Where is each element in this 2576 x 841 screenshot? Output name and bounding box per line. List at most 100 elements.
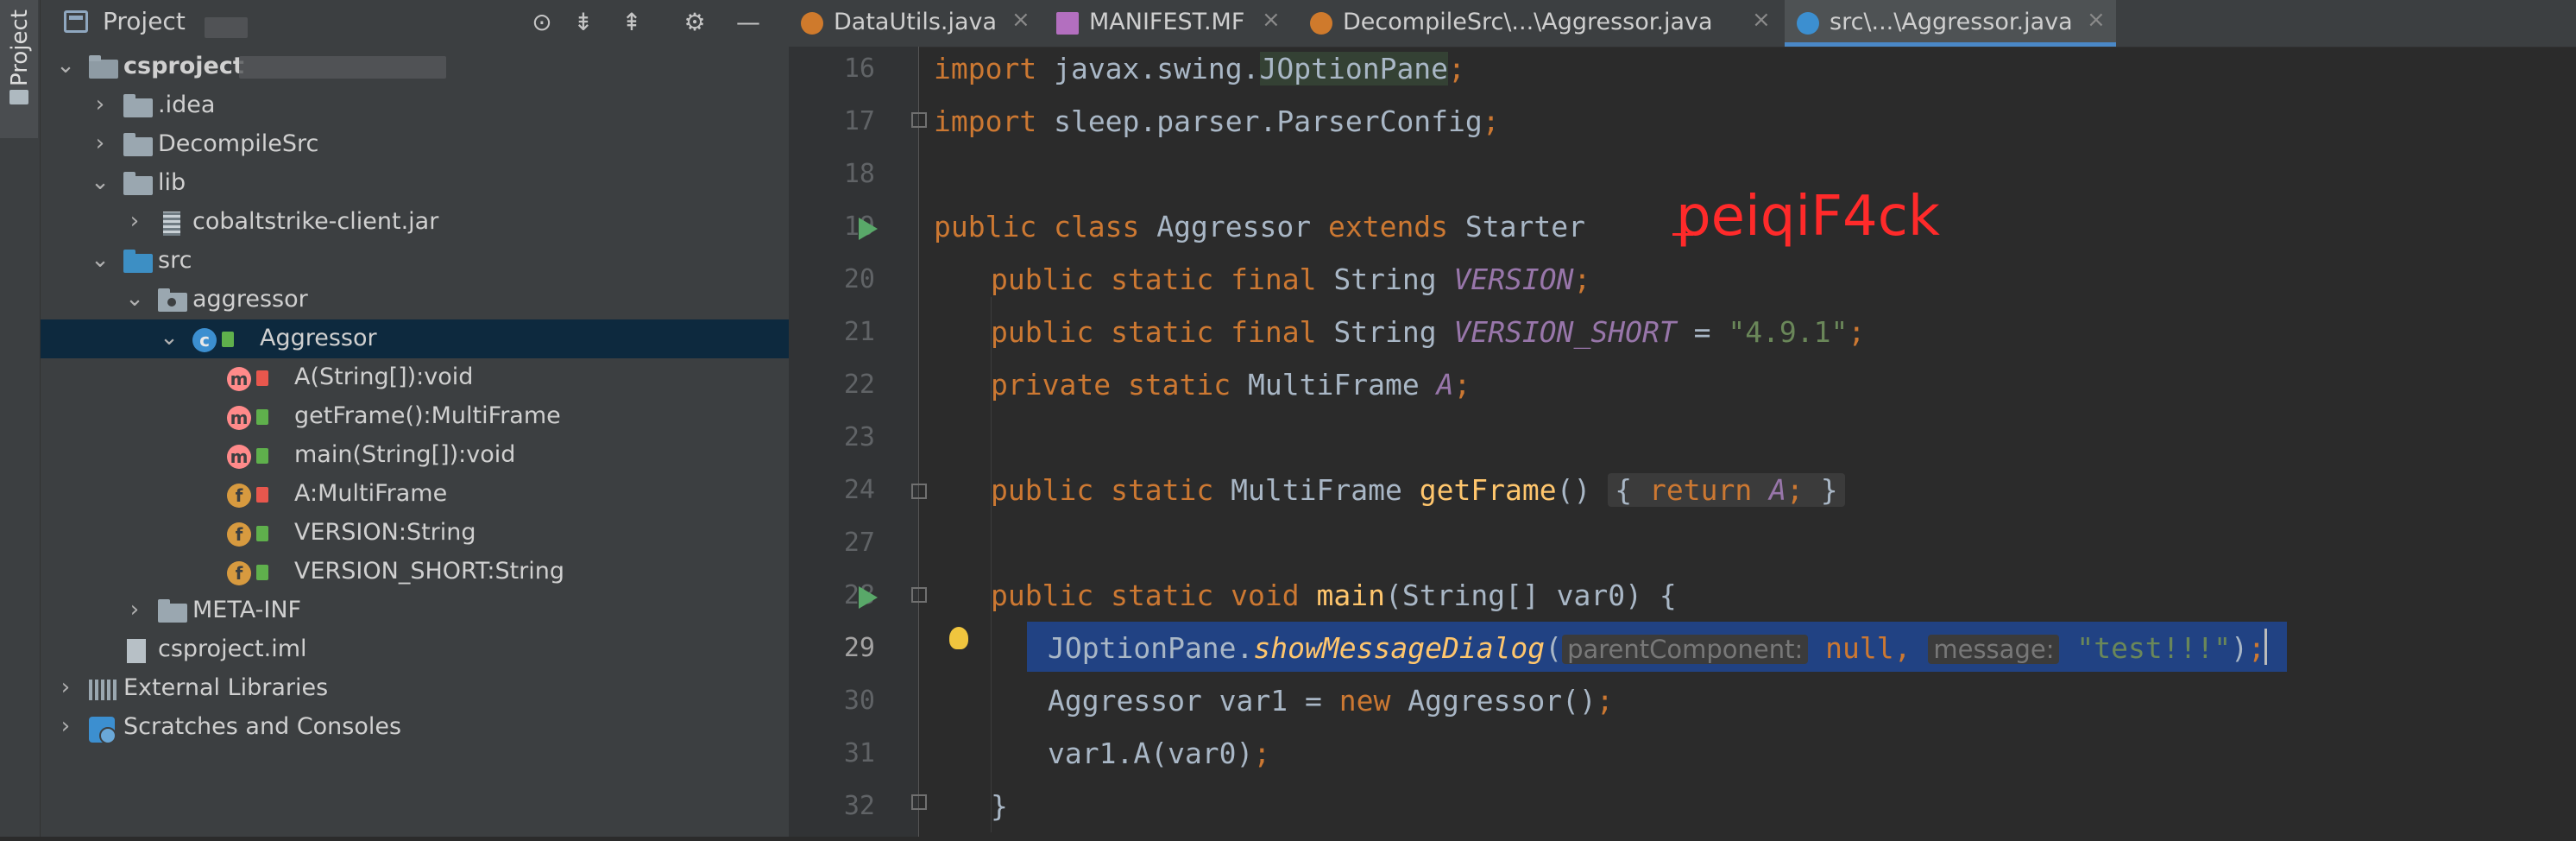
fold-marker-icon[interactable] bbox=[911, 484, 927, 499]
tree-item-member[interactable]: m getFrame():MultiFrame bbox=[41, 397, 789, 436]
run-icon[interactable] bbox=[859, 586, 878, 609]
minimize-icon[interactable]: — bbox=[733, 7, 764, 38]
chevron-right-icon[interactable]: › bbox=[89, 130, 111, 156]
tree-item-external-libraries[interactable]: › External Libraries bbox=[41, 669, 789, 708]
tab-label: src\...\Aggressor.java bbox=[1830, 9, 2073, 35]
public-lock-icon bbox=[256, 448, 268, 464]
tree-item-label: lib bbox=[158, 169, 186, 196]
tree-item-label: cobaltstrike-client.jar bbox=[192, 208, 439, 235]
tree-item-decompilesrc[interactable]: › DecompileSrc bbox=[41, 125, 789, 164]
collapse-all-icon[interactable]: ⇞ bbox=[616, 7, 647, 38]
folder-icon bbox=[123, 133, 154, 156]
tree-item-label: A:MultiFrame bbox=[294, 480, 448, 507]
tree-item-idea[interactable]: › .idea bbox=[41, 86, 789, 125]
code-line-17: import sleep.parser.ParserConfig; bbox=[934, 104, 1500, 138]
tree-item-label: Aggressor bbox=[260, 325, 377, 351]
tree-item-label: csproject bbox=[123, 53, 244, 79]
java-file-icon bbox=[801, 12, 823, 35]
code-line-30: Aggressor var1 = new Aggressor(); bbox=[1048, 684, 1614, 718]
project-tool-tab-label: Project bbox=[7, 9, 33, 86]
fold-marker-icon[interactable] bbox=[911, 794, 927, 810]
current-line-number: 29 bbox=[843, 633, 875, 663]
project-panel-title[interactable]: Project bbox=[103, 7, 186, 35]
tree-item-label: A(String[]):void bbox=[294, 364, 474, 390]
tree-item-member[interactable]: f VERSION_SHORT:String bbox=[41, 553, 789, 591]
chevron-down-icon[interactable]: ⌄ bbox=[89, 247, 111, 273]
tree-item-scratches[interactable]: › Scratches and Consoles bbox=[41, 708, 789, 747]
tab-src-aggressor[interactable]: src\...\Aggressor.java × bbox=[1785, 0, 2116, 47]
project-panel-header: Project ⊙ ⇟ ⇞ ⚙ — bbox=[41, 0, 789, 45]
tab-label: DataUtils.java bbox=[834, 9, 998, 35]
chevron-down-icon[interactable]: ⌄ bbox=[54, 53, 77, 79]
code-editor[interactable]: import javax.swing.JOptionPane; import s… bbox=[934, 47, 2576, 837]
close-icon[interactable]: × bbox=[1752, 7, 1771, 33]
code-line-31: var1.A(var0); bbox=[1048, 737, 1271, 770]
chevron-right-icon[interactable]: › bbox=[123, 208, 146, 234]
tree-item-lib[interactable]: ⌄ lib bbox=[41, 164, 789, 203]
tree-item-member[interactable]: f A:MultiFrame bbox=[41, 475, 789, 514]
code-line-19: public class Aggressor extends Starter bbox=[934, 210, 1603, 243]
tree-item-member[interactable]: m main(String[]):void bbox=[41, 436, 789, 475]
class-icon: c bbox=[192, 328, 234, 352]
tree-item-meta-inf[interactable]: › META-INF bbox=[41, 591, 789, 630]
chevron-right-icon[interactable]: › bbox=[123, 597, 146, 623]
fold-marker-icon[interactable] bbox=[911, 112, 927, 128]
tree-item-label: DecompileSrc bbox=[158, 130, 319, 157]
chevron-right-icon[interactable]: › bbox=[54, 713, 77, 739]
tree-item-aggressor-class[interactable]: ⌄ c Aggressor bbox=[41, 319, 789, 358]
chevron-down-icon[interactable]: ⌄ bbox=[89, 169, 111, 195]
gear-icon[interactable]: ⚙ bbox=[679, 7, 710, 38]
close-icon[interactable]: × bbox=[1262, 7, 1281, 33]
redacted-region bbox=[239, 56, 446, 79]
tab-label: DecompileSrc\...\Aggressor.java bbox=[1343, 9, 1713, 35]
code-line-32: } bbox=[991, 789, 1008, 823]
folded-region[interactable]: { return A; } bbox=[1608, 473, 1845, 507]
fold-marker-icon[interactable] bbox=[911, 587, 927, 603]
redacted-region bbox=[205, 17, 248, 38]
code-line-16: import javax.swing.JOptionPane; bbox=[934, 52, 1465, 85]
folder-icon bbox=[123, 172, 154, 195]
tree-item-member[interactable]: m A(String[]):void bbox=[41, 358, 789, 397]
jar-icon bbox=[158, 212, 189, 236]
public-lock-icon bbox=[256, 409, 268, 425]
tree-item-iml[interactable]: csproject.iml bbox=[41, 630, 789, 669]
public-lock-icon bbox=[256, 565, 268, 580]
tree-item-src[interactable]: ⌄ src bbox=[41, 242, 789, 281]
code-line-21: public static final String VERSION_SHORT… bbox=[991, 315, 1866, 349]
tool-window-strip: Project bbox=[0, 0, 41, 837]
close-icon[interactable]: × bbox=[1011, 7, 1030, 33]
code-line-22: private static MultiFrame A; bbox=[991, 368, 1471, 402]
tab-decompile-aggressor[interactable]: DecompileSrc\...\Aggressor.java × bbox=[1298, 0, 1781, 47]
target-icon[interactable]: ⊙ bbox=[526, 7, 557, 38]
field-icon: f bbox=[227, 484, 268, 508]
chevron-right-icon[interactable]: › bbox=[89, 92, 111, 117]
tree-item-aggressor-package[interactable]: ⌄ aggressor bbox=[41, 281, 789, 319]
project-tool-tab[interactable]: Project bbox=[0, 0, 38, 138]
line-number: 32 bbox=[843, 791, 875, 821]
tree-item-label: VERSION:String bbox=[294, 519, 476, 546]
class-file-icon bbox=[1797, 12, 1819, 35]
public-lock-icon bbox=[256, 526, 268, 541]
private-lock-icon bbox=[256, 370, 268, 386]
chevron-down-icon[interactable]: ⌄ bbox=[123, 286, 146, 312]
line-number: 17 bbox=[843, 106, 875, 136]
source-folder-icon bbox=[123, 250, 154, 273]
tree-item-member[interactable]: f VERSION:String bbox=[41, 514, 789, 553]
tree-item-jar[interactable]: › cobaltstrike-client.jar bbox=[41, 203, 789, 242]
folder-icon bbox=[158, 599, 189, 623]
editor-gutter: 16 17 18 19 20 21 22 23 24 27 28 29 30 3… bbox=[789, 47, 919, 837]
chevron-right-icon[interactable]: › bbox=[54, 674, 77, 700]
close-icon[interactable]: × bbox=[2087, 7, 2106, 33]
window-icon bbox=[64, 10, 88, 33]
library-icon bbox=[89, 678, 120, 700]
chevron-down-icon[interactable]: ⌄ bbox=[158, 325, 180, 351]
tree-item-csproject[interactable]: ⌄ csproject bbox=[41, 47, 789, 86]
run-icon[interactable] bbox=[859, 218, 878, 240]
line-number: 16 bbox=[843, 54, 875, 84]
tab-manifest[interactable]: MANIFEST.MF × bbox=[1044, 0, 1294, 47]
method-icon: m bbox=[227, 367, 268, 391]
tree-item-label: getFrame():MultiFrame bbox=[294, 402, 561, 429]
expand-all-icon[interactable]: ⇟ bbox=[568, 7, 599, 38]
folder-icon bbox=[89, 55, 120, 79]
tab-datautils[interactable]: DataUtils.java × bbox=[789, 0, 1041, 47]
